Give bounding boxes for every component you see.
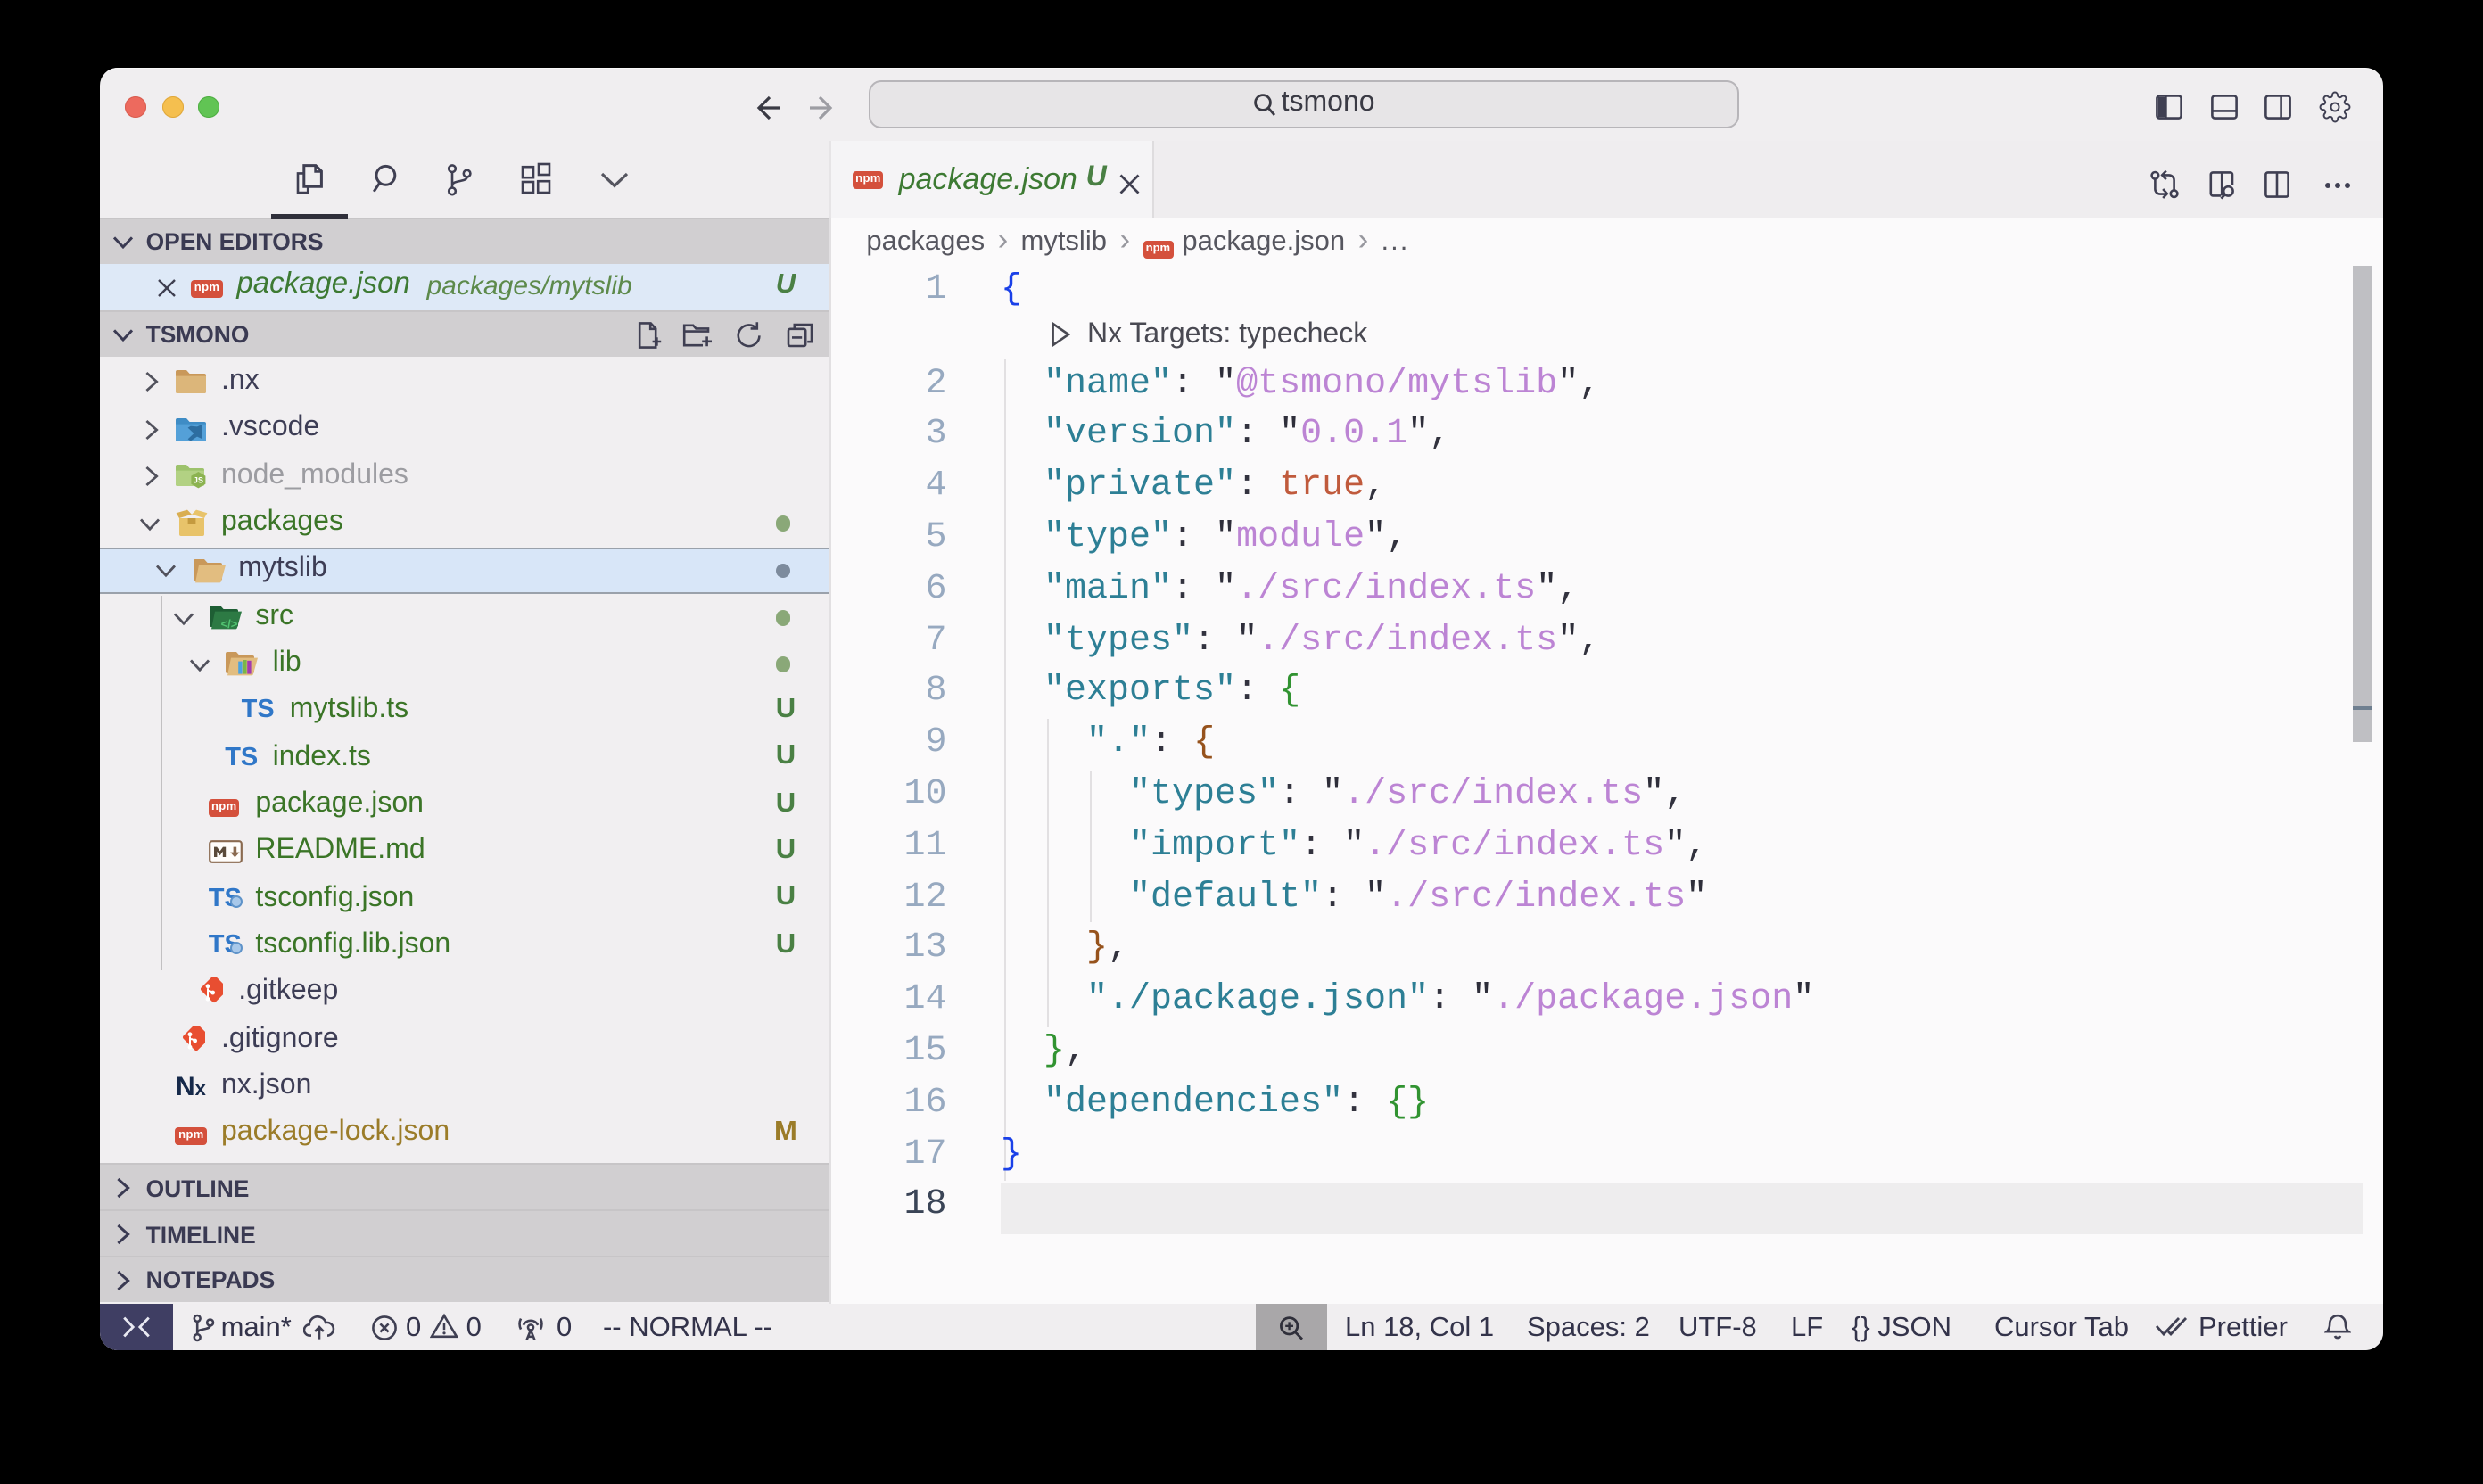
svg-text:</>: </> [220, 617, 237, 630]
svg-text:JS: JS [194, 476, 204, 485]
